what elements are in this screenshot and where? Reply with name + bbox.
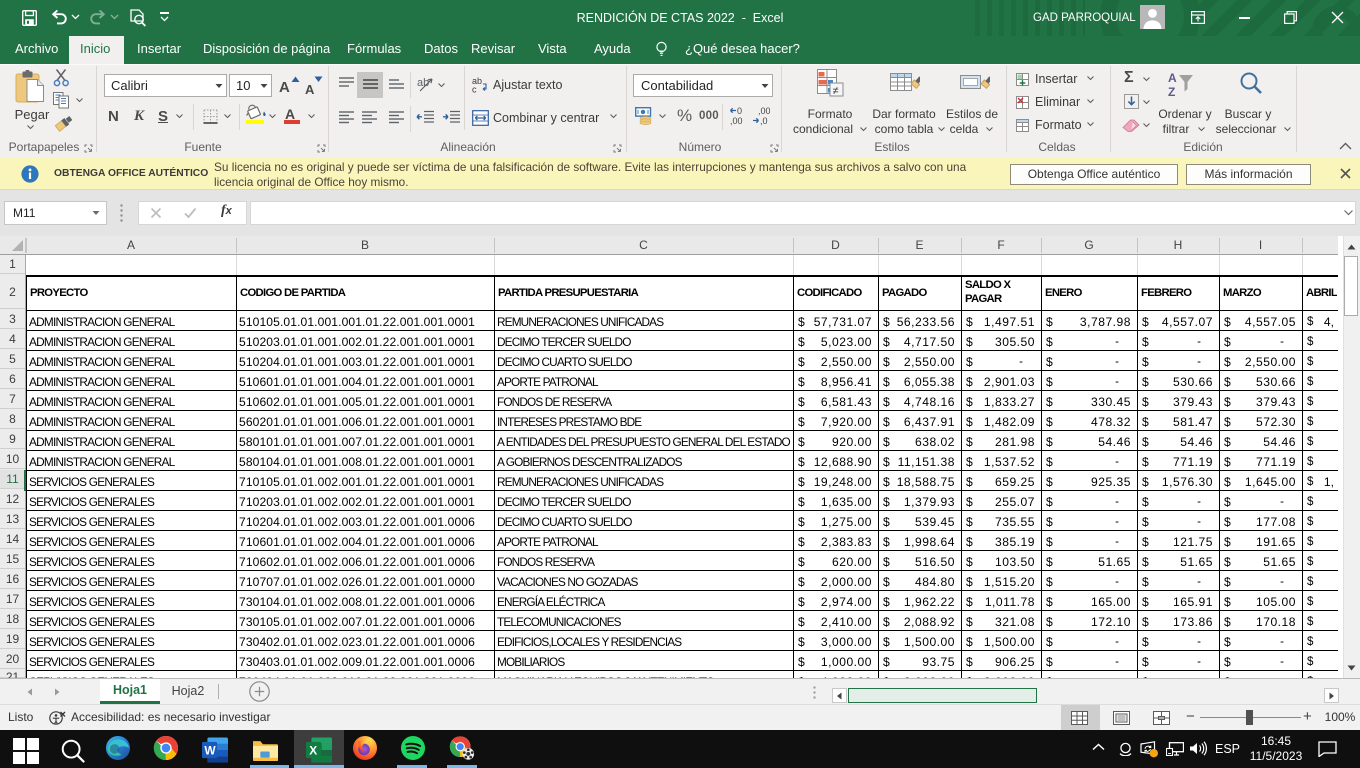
svg-text:X: X	[309, 743, 317, 757]
svg-text:,0: ,0	[760, 116, 768, 126]
svg-text:A: A	[1168, 71, 1177, 85]
svg-text:Z: Z	[1168, 85, 1175, 99]
svg-text:,00: ,00	[758, 106, 770, 116]
svg-text:W: W	[204, 743, 216, 757]
svg-text:,00: ,00	[730, 116, 743, 126]
svg-text:c: c	[472, 85, 477, 94]
svg-text:≠: ≠	[833, 85, 839, 97]
svg-text:0: 0	[737, 106, 742, 116]
